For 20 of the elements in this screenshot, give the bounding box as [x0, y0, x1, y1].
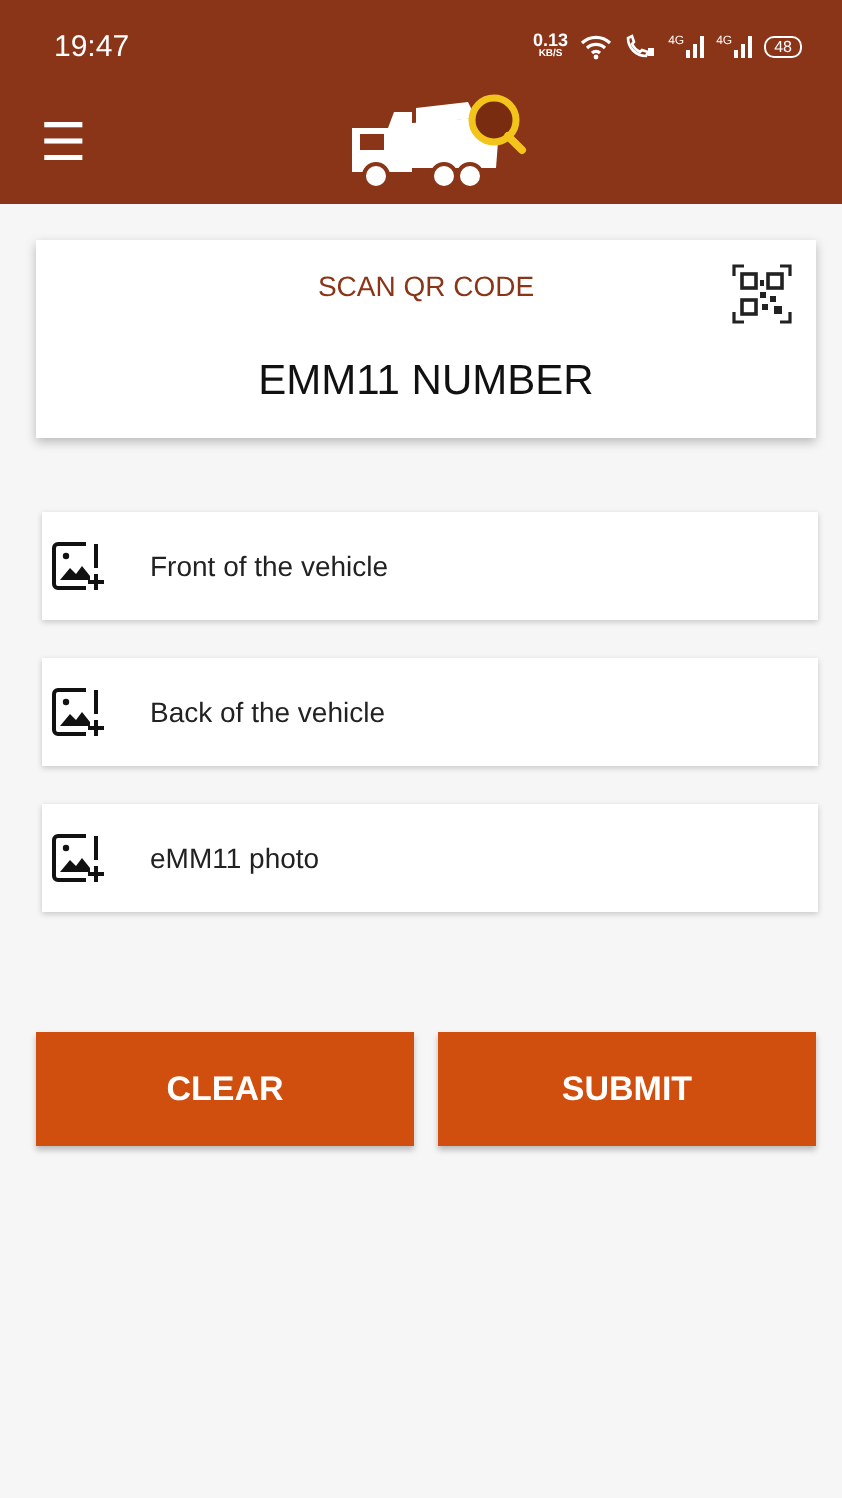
scan-label: SCAN QR CODE	[317, 270, 535, 302]
wifi-icon	[580, 33, 613, 59]
photo-row[interactable]: eMM11 photo	[42, 804, 818, 912]
submit-button[interactable]: SUBMIT	[438, 1032, 816, 1146]
add-image-icon	[52, 540, 104, 592]
battery-indicator: 48	[764, 35, 802, 57]
status-time: 19:47	[54, 29, 130, 63]
photo-row[interactable]: Front of the vehicle	[42, 512, 818, 620]
photo-row[interactable]: Back of the vehicle	[42, 658, 818, 766]
scan-card[interactable]: SCAN QR CODE EMM11 NUMBER	[36, 240, 816, 438]
phone-icon	[624, 33, 657, 59]
photo-label: Front of the vehicle	[150, 550, 389, 582]
clear-button[interactable]: CLEAR	[36, 1032, 414, 1146]
emm11-number: EMM11 NUMBER	[258, 358, 594, 406]
photo-label: eMM11 photo	[150, 842, 320, 874]
qr-code-icon	[732, 264, 792, 324]
photo-label: Back of the vehicle	[150, 696, 386, 728]
add-image-icon	[52, 686, 104, 738]
add-image-icon	[52, 832, 104, 884]
menu-button[interactable]: ☰	[32, 108, 95, 180]
